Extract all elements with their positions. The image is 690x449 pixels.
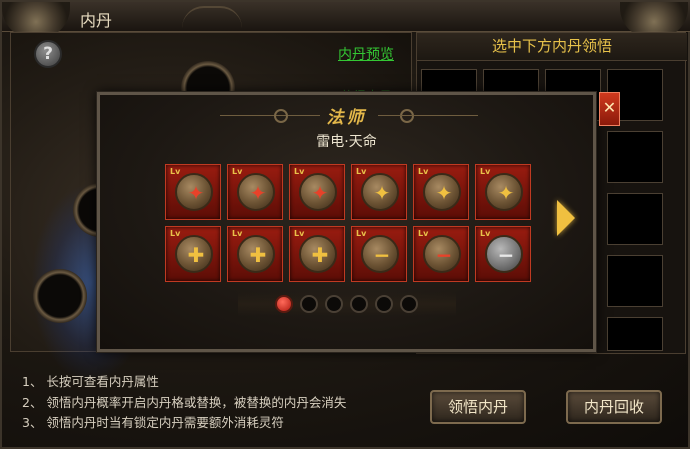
neidan-skill-icon: ✚: [299, 235, 337, 273]
skill-level-label: Lv: [418, 229, 429, 238]
tip-line: 3、 领悟内丹时当有锁定内丹需要额外消耗灵符: [22, 415, 284, 430]
skill-glyph: −: [435, 243, 453, 267]
neidan-skill-icon: ✦: [175, 173, 213, 211]
neidan-skill-icon: ✦: [237, 173, 275, 211]
skill-level-label: Lv: [170, 167, 181, 176]
next-page-arrow-icon[interactable]: [557, 200, 575, 236]
tip-line: 2、 领悟内丹概率开启内丹格或替换，被替换的内丹会消失: [22, 394, 347, 410]
skill-tile[interactable]: ✚ Lv: [165, 226, 221, 282]
page-indicator-bar: [238, 292, 456, 316]
skill-level-label: Lv: [294, 167, 305, 176]
neidan-slot[interactable]: [33, 269, 87, 323]
neidan-skill-icon: ✦: [299, 173, 337, 211]
title-ornament: [182, 6, 242, 28]
neidan-skill-icon: ✦: [423, 173, 461, 211]
skill-glyph: ✦: [311, 181, 329, 205]
class-title: 法师: [326, 108, 367, 128]
skill-level-label: Lv: [356, 229, 367, 238]
skill-glyph: −: [373, 243, 391, 267]
skill-tile[interactable]: ✦ Lv: [289, 164, 345, 220]
skill-tile[interactable]: − Lv: [413, 226, 469, 282]
page-dot[interactable]: [375, 295, 393, 313]
skill-tile[interactable]: ✚ Lv: [289, 226, 345, 282]
page-dot[interactable]: [275, 295, 293, 313]
page-dot[interactable]: [400, 295, 418, 313]
tip-line: 1、 长按可查看内丹属性: [22, 374, 159, 389]
skill-level-label: Lv: [232, 229, 243, 238]
skill-glyph: ✦: [435, 181, 453, 205]
neidan-grid-slot[interactable]: [607, 131, 663, 183]
neidan-skill-icon: ✦: [485, 173, 523, 211]
neidan-grid-slot[interactable]: [607, 193, 663, 245]
skill-tile[interactable]: ✚ Lv: [227, 226, 283, 282]
neidan-skill-icon: ✚: [237, 235, 275, 273]
skill-level-label: Lv: [418, 167, 429, 176]
page-dot[interactable]: [325, 295, 343, 313]
recycle-button[interactable]: 内丹回收: [566, 390, 662, 424]
right-panel-header: 选中下方内丹领悟: [417, 33, 687, 61]
skill-glyph: ✚: [311, 243, 329, 267]
skill-level-label: Lv: [170, 229, 181, 238]
neidan-skill-icon: ✦: [361, 173, 399, 211]
skill-level-label: Lv: [356, 167, 367, 176]
neidan-skill-icon: −: [361, 235, 399, 273]
skill-tile[interactable]: ✦ Lv: [165, 164, 221, 220]
skill-tile[interactable]: ✦ Lv: [351, 164, 407, 220]
skill-glyph: ✦: [497, 181, 515, 205]
skill-glyph: ✦: [249, 181, 267, 205]
neidan-grid-slot[interactable]: [607, 255, 663, 307]
help-button[interactable]: ?: [34, 40, 62, 68]
comprehend-button[interactable]: 领悟内丹: [430, 390, 526, 424]
skill-tile[interactable]: ✦ Lv: [413, 164, 469, 220]
tips-list: 1、 长按可查看内丹属性 2、 领悟内丹概率开启内丹格或替换，被替换的内丹会消失…: [22, 372, 346, 434]
skill-level-label: Lv: [232, 167, 243, 176]
skill-tile[interactable]: ✦ Lv: [227, 164, 283, 220]
skill-glyph: ✦: [187, 181, 205, 205]
skill-tile[interactable]: − Lv: [351, 226, 407, 282]
skill-level-label: Lv: [480, 229, 491, 238]
window-title: 内丹: [80, 11, 113, 30]
close-button[interactable]: ✕: [599, 92, 620, 126]
neidan-grid-slot[interactable]: [607, 317, 663, 351]
skill-glyph: ✚: [187, 243, 205, 267]
page-dot[interactable]: [350, 295, 368, 313]
skill-tile[interactable]: − Lv: [475, 226, 531, 282]
skill-level-label: Lv: [480, 167, 491, 176]
page-dot[interactable]: [300, 295, 318, 313]
neidan-preview-link[interactable]: 内丹预览: [338, 44, 394, 64]
skill-level-label: Lv: [294, 229, 305, 238]
neidan-skill-icon: −: [485, 235, 523, 273]
skill-glyph: ✦: [373, 181, 391, 205]
neidan-skill-icon: −: [423, 235, 461, 273]
neidan-skill-icon: ✚: [175, 235, 213, 273]
skill-glyph: −: [497, 243, 515, 267]
skill-tile[interactable]: ✦ Lv: [475, 164, 531, 220]
skill-glyph: ✚: [249, 243, 267, 267]
skill-set-name: 雷电·天命: [316, 134, 377, 150]
